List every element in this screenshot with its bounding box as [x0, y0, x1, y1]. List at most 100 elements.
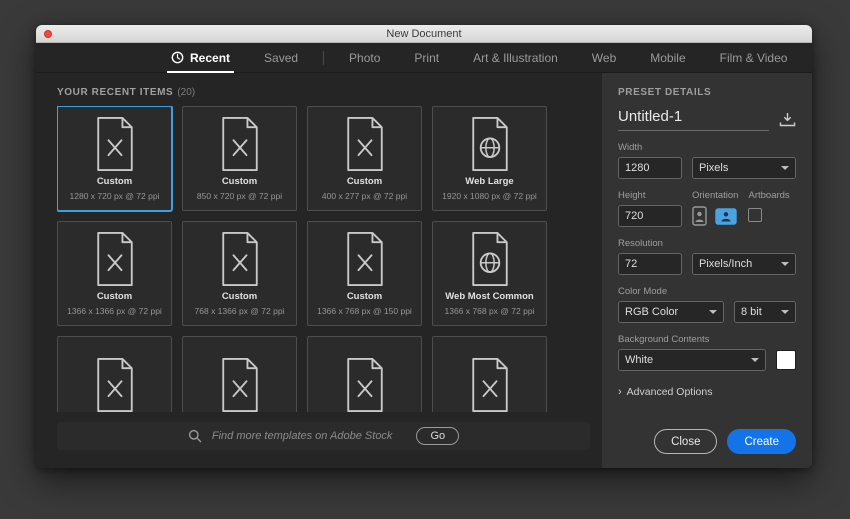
tab-label: Film & Video	[720, 51, 788, 65]
template-name: Web Large	[465, 176, 513, 188]
template-dimensions: 768 x 1366 px @ 72 ppi	[195, 306, 285, 316]
tab-label: Photo	[349, 51, 380, 65]
template-icon	[92, 222, 138, 291]
color-mode-label: Color Mode	[618, 286, 796, 297]
bit-depth-select[interactable]: 8 bit	[734, 301, 796, 323]
tab-mobile[interactable]: Mobile	[646, 43, 689, 73]
height-input[interactable]	[618, 205, 682, 227]
template-card[interactable]	[432, 336, 547, 412]
template-card[interactable]: Custom 400 x 277 px @ 72 ppi	[307, 106, 422, 211]
go-button[interactable]: Go	[416, 427, 459, 445]
template-card[interactable]: Web Most Common 1366 x 768 px @ 72 ppi	[432, 221, 547, 326]
tab-label: Recent	[190, 51, 230, 65]
template-card[interactable]	[57, 336, 172, 412]
document-icon	[92, 358, 138, 412]
tab-print[interactable]: Print	[410, 43, 443, 73]
resolution-input[interactable]	[618, 253, 682, 275]
template-dimensions: 1280 x 720 px @ 72 ppi	[70, 191, 160, 201]
color-mode-select[interactable]: RGB Color	[618, 301, 724, 323]
template-name: Web Most Common	[445, 291, 534, 303]
template-card[interactable]: Custom 768 x 1366 px @ 72 ppi	[182, 221, 297, 326]
recent-items-panel: YOUR RECENT ITEMS(20) Custom 1280 x 720 …	[36, 73, 602, 468]
template-dimensions: 1920 x 1080 px @ 72 ppi	[442, 191, 537, 201]
template-card[interactable]	[307, 336, 422, 412]
template-dimensions: 1366 x 768 px @ 150 ppi	[317, 306, 412, 316]
tab-bar: Recent Saved Photo Print Art & Illustrat…	[36, 43, 812, 73]
document-icon	[217, 117, 263, 171]
web-document-icon	[467, 117, 513, 171]
width-unit-select[interactable]: Pixels	[692, 157, 796, 179]
artboards-checkbox[interactable]	[748, 208, 762, 222]
resolution-unit-select[interactable]: Pixels/Inch	[692, 253, 796, 275]
template-name: Custom	[97, 291, 132, 303]
template-icon	[467, 222, 513, 291]
document-icon	[342, 232, 388, 286]
artboards-label: Artboards	[748, 190, 789, 201]
advanced-options-toggle[interactable]: › Advanced Options	[618, 386, 796, 398]
background-color-swatch[interactable]	[776, 350, 796, 370]
template-card[interactable]: Custom 1366 x 768 px @ 150 ppi	[307, 221, 422, 326]
tab-label: Art & Illustration	[473, 51, 558, 65]
tab-photo[interactable]: Photo	[345, 43, 384, 73]
document-icon	[217, 358, 263, 412]
chevron-right-icon: ›	[618, 386, 622, 398]
new-document-dialog: New Document Recent Saved Photo Print Ar…	[36, 25, 812, 468]
width-label: Width	[618, 142, 796, 153]
template-icon	[342, 107, 388, 176]
tab-label: Mobile	[650, 51, 685, 65]
document-icon	[92, 232, 138, 286]
document-icon	[342, 358, 388, 412]
tab-web[interactable]: Web	[588, 43, 620, 73]
template-icon	[217, 107, 263, 176]
search-icon	[188, 429, 202, 443]
template-dimensions: 1366 x 768 px @ 72 ppi	[445, 306, 535, 316]
save-preset-icon[interactable]	[779, 112, 796, 131]
tab-label: Saved	[264, 51, 298, 65]
width-input[interactable]	[618, 157, 682, 179]
create-button[interactable]: Create	[727, 429, 796, 454]
preset-details-heading: PRESET DETAILS	[618, 87, 796, 98]
chevron-down-icon	[751, 358, 759, 362]
tab-film-video[interactable]: Film & Video	[716, 43, 792, 73]
window-title: New Document	[36, 28, 812, 40]
tab-label: Web	[592, 51, 616, 65]
template-icon	[217, 337, 263, 412]
tab-saved[interactable]: Saved	[260, 43, 302, 73]
tab-recent[interactable]: Recent	[167, 43, 234, 73]
chevron-down-icon	[709, 310, 717, 314]
template-name: Custom	[222, 176, 257, 188]
template-dimensions: 1366 x 1366 px @ 72 ppi	[67, 306, 162, 316]
template-grid: Custom 1280 x 720 px @ 72 ppi Custom 850…	[57, 106, 590, 412]
titlebar: New Document	[36, 25, 812, 43]
template-name: Custom	[97, 176, 132, 188]
resolution-label: Resolution	[618, 238, 796, 249]
document-icon	[217, 232, 263, 286]
template-card[interactable]	[182, 336, 297, 412]
preset-details-panel: PRESET DETAILS Untitled-1 Width Pixels H…	[602, 73, 812, 468]
clock-icon	[171, 51, 184, 64]
background-contents-label: Background Contents	[618, 334, 796, 345]
template-icon	[467, 107, 513, 176]
template-card[interactable]: Custom 1366 x 1366 px @ 72 ppi	[57, 221, 172, 326]
web-document-icon	[467, 232, 513, 286]
template-icon	[92, 107, 138, 176]
orientation-portrait-icon[interactable]	[692, 206, 707, 226]
template-card[interactable]: Custom 1280 x 720 px @ 72 ppi	[57, 106, 172, 211]
template-dimensions: 850 x 720 px @ 72 ppi	[197, 191, 282, 201]
document-name-input[interactable]: Untitled-1	[618, 108, 769, 131]
chevron-down-icon	[781, 310, 789, 314]
background-contents-select[interactable]: White	[618, 349, 766, 371]
template-icon	[342, 337, 388, 412]
template-dimensions: 400 x 277 px @ 72 ppi	[322, 191, 407, 201]
orientation-landscape-icon[interactable]	[715, 208, 737, 225]
tab-art-illustration[interactable]: Art & Illustration	[469, 43, 562, 73]
chevron-down-icon	[781, 166, 789, 170]
recent-items-heading: YOUR RECENT ITEMS(20)	[57, 87, 590, 98]
document-icon	[342, 117, 388, 171]
chevron-down-icon	[781, 262, 789, 266]
template-grid-viewport[interactable]: Custom 1280 x 720 px @ 72 ppi Custom 850…	[57, 106, 590, 412]
template-card[interactable]: Web Large 1920 x 1080 px @ 72 ppi	[432, 106, 547, 211]
search-input[interactable]: Find more templates on Adobe Stock	[212, 430, 393, 442]
close-button[interactable]: Close	[654, 429, 717, 454]
template-card[interactable]: Custom 850 x 720 px @ 72 ppi	[182, 106, 297, 211]
